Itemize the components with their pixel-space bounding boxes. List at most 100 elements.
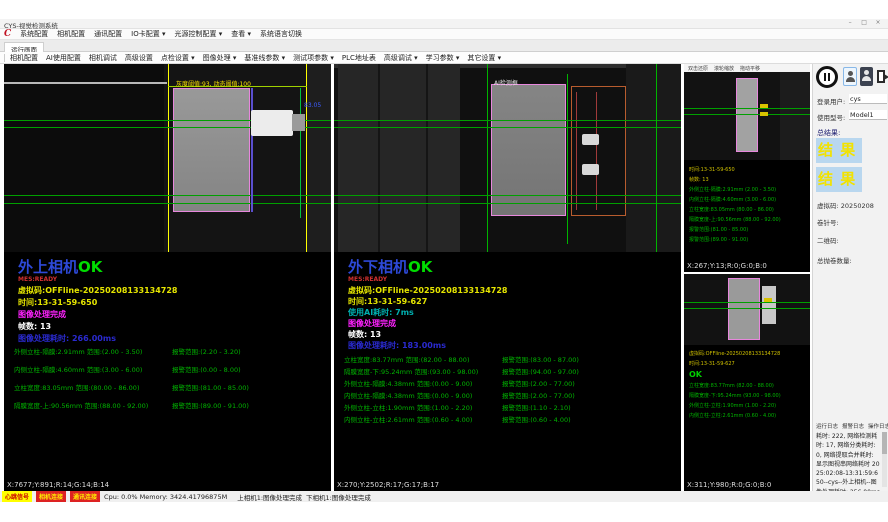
pause-button[interactable] <box>816 66 838 88</box>
alarm-text: 报警范围:(2.20 - 3.20) <box>172 346 241 356</box>
tool-advanced-settings[interactable]: 高级设置 <box>125 53 153 63</box>
lower-camera-status: 下相机1:图像处理完成 <box>306 492 371 502</box>
mini-line: 立柱宽度:83.05mm (80.00 - 86.00) <box>689 206 781 213</box>
alarm-text: 报警范围:(0.00 - 8.00) <box>172 364 241 374</box>
cell-column-roi <box>491 84 566 216</box>
measure-row: 外侧立柱-隔膜:2.91mm 范围:(2.00 - 3.50)报警范围:(2.2… <box>14 346 241 356</box>
menu-system-config[interactable]: 系统配置 <box>20 29 48 39</box>
measure-text: 外侧立柱-隔膜:2.91mm 范围:(2.00 - 3.50) <box>14 346 172 356</box>
maximize-button[interactable]: □ <box>858 19 870 26</box>
total-result-label: 总结果: <box>817 128 840 138</box>
camera-image-small-bottom[interactable] <box>684 274 810 345</box>
model-input[interactable] <box>849 110 887 120</box>
virtual-code-value: 20250208 <box>841 202 874 210</box>
main-area: 灰度阈值:93, 动态阈值:100 83.05 外上相机OK MES:READY… <box>0 64 888 491</box>
ai-time-label: 使用AI耗时: 7ms <box>348 307 414 318</box>
tool-ai-config[interactable]: AI使用配置 <box>46 53 81 63</box>
pixel-coords-readout: X:270;Y:2502;R:17;G:17;B:17 <box>337 481 439 489</box>
mini-line: 隔膜宽度-下:95.24mm (93.00 - 98.00) <box>689 392 781 399</box>
gripper-connector <box>251 110 293 136</box>
user-dark-icon <box>864 70 869 75</box>
tool-learning-params[interactable]: 学习参数 ▾ <box>426 53 460 63</box>
tool-spot-check[interactable]: 点检设置 ▾ <box>161 53 195 63</box>
measure-line-4 <box>334 203 681 204</box>
ai-detect-box <box>571 86 626 216</box>
menu-io-config[interactable]: IO卡配置 ▾ <box>131 29 165 39</box>
slab-groove-2 <box>426 64 428 252</box>
tab-strip: 运行画面 <box>0 40 888 52</box>
frame-count-label: 帧数: 13 <box>348 329 381 340</box>
tool-image-processing[interactable]: 图像处理 ▾ <box>203 53 237 63</box>
machine-bright-edge <box>4 82 167 84</box>
minimize-button[interactable]: – <box>844 19 856 26</box>
measure-text: 内侧立柱-立柱:2.61mm 范围:(0.60 - 4.00) <box>344 414 502 424</box>
tool-camera-debug[interactable]: 相机调试 <box>89 53 117 63</box>
time-label: 时间:13-31-59-650 <box>18 297 97 308</box>
camera-view-small-top: 双击还原 滚轮缩放 拖动平移 时间:13-31-59-650 帧数: 13 外侧… <box>684 64 810 272</box>
mini-line: 立柱宽度:83.77mm (82.00 - 88.00) <box>689 382 781 389</box>
alarm-text: 报警范围:(81.00 - 85.00) <box>172 382 249 392</box>
hint-reset: 双击还原 <box>688 65 708 72</box>
log-tab-operation[interactable]: 操作日志 <box>868 422 888 430</box>
close-button[interactable]: × <box>872 19 884 26</box>
menu-camera-config[interactable]: 相机配置 <box>57 29 85 39</box>
tool-camera-config[interactable]: 相机配置 <box>10 53 38 63</box>
camera-name-label: 外下相机 <box>348 258 408 276</box>
measure-row: 内侧立柱-隔膜:4.38mm 范围:(0.00 - 9.00)报警范围:(2.0… <box>344 390 575 400</box>
barcode-label: 虚拟码:OFFline-20250208133134728 <box>18 285 177 296</box>
menu-comm-config[interactable]: 通讯配置 <box>94 29 122 39</box>
status-bar: 心跳信号 相机连接 通讯连接 Cpu: 0.0% Memory: 3424.41… <box>0 491 888 502</box>
log-tab-run[interactable]: 运行日志 <box>816 422 838 430</box>
tool-advanced-debug[interactable]: 高级调试 ▾ <box>384 53 418 63</box>
camera-image-outer-lower[interactable]: AI检测框 <box>334 64 681 252</box>
tool-other-settings[interactable]: 其它设置 ▾ <box>467 53 501 63</box>
camera-image-small-top[interactable] <box>684 72 810 160</box>
virtual-code-label: 虚拟码: 20250208 <box>817 200 874 210</box>
measure-row: 外侧立柱-立柱:1.90mm 范围:(1.00 - 2.20)报警范围:(1.1… <box>344 402 571 412</box>
user-icon <box>846 77 855 82</box>
measure-line-2 <box>684 114 810 115</box>
exit-button[interactable] <box>875 67 888 86</box>
measure-line-1 <box>684 302 810 303</box>
measure-row: 立柱宽度:83.77mm 范围:(82.00 - 88.00)报警范围:(83.… <box>344 354 579 364</box>
log-tab-alarm[interactable]: 报警日志 <box>842 422 864 430</box>
measure-line-3 <box>334 195 681 196</box>
menu-light-config[interactable]: 光源控制配置 ▾ <box>175 29 223 39</box>
measure-text: 隔膜宽度-下:95.24mm 范围:(93.00 - 98.00) <box>344 366 502 376</box>
alarm-text: 报警范围:(94.00 - 97.00) <box>502 366 579 376</box>
measure-row: 外侧立柱-隔膜:4.38mm 范围:(0.00 - 9.00)报警范围:(2.0… <box>344 378 575 388</box>
tool-test-params[interactable]: 测试项参数 ▾ <box>293 53 334 63</box>
camera-title: 外下相机OK <box>348 256 432 277</box>
cell-column-roi <box>736 78 758 152</box>
user-icon <box>848 71 853 76</box>
process-done-label: 图像处理完成 <box>348 318 396 329</box>
mini-readout: 虚拟码:OFFline-20250208133134728 时间:13-31-5… <box>689 350 781 422</box>
login-user-button[interactable] <box>843 67 857 86</box>
mini-line: 时间:13-31-59-650 <box>689 166 781 173</box>
needle-number-label: 卷针号: <box>817 217 839 227</box>
mes-status-label: MES:READY <box>348 276 387 283</box>
toolbar-grip <box>4 54 5 62</box>
tool-plc-address[interactable]: PLC地址表 <box>342 53 376 63</box>
tab-run-screen[interactable]: 运行画面 <box>4 42 44 52</box>
qr-code-label: 二维码: <box>817 235 839 245</box>
machine-left-slab <box>338 64 460 252</box>
pixel-coords-readout: X:311;Y:980;R:0;G:0;B:0 <box>687 481 771 489</box>
pause-icon <box>828 73 830 81</box>
log-scrollbar[interactable] <box>882 432 887 487</box>
mini-line: 时间:13-31-59-627 <box>689 360 781 367</box>
desktop: CYS-视觉检测系统 – □ × C 系统配置 相机配置 通讯配置 IO卡配置 … <box>0 0 888 522</box>
measure-text: 外侧立柱-隔膜:4.38mm 范围:(0.00 - 9.00) <box>344 378 502 388</box>
result-indicator-1: 结 果 <box>816 138 862 163</box>
tool-baseline-params[interactable]: 基准线参数 ▾ <box>244 53 285 63</box>
yellow-guide-line-left <box>168 64 169 252</box>
log-scrollbar-thumb[interactable] <box>882 432 887 454</box>
login-user-input[interactable] <box>849 94 887 104</box>
menu-view[interactable]: 查看 ▾ <box>231 29 251 39</box>
control-panel: 登录用户: 使用型号: 总结果: 结 果 结 果 虚拟码: 20250208 卷… <box>812 64 888 491</box>
camera-image-outer-upper[interactable]: 灰度阈值:93, 动态阈值:100 83.05 <box>4 64 331 252</box>
user-manage-button[interactable] <box>860 67 873 86</box>
barcode-label: 虚拟码:OFFline-20250208133134728 <box>348 285 507 296</box>
menu-language-switch[interactable]: 系统语言切换 <box>260 29 302 39</box>
threshold-overlay-label: 灰度阈值:93, 动态阈值:100 <box>176 79 251 88</box>
